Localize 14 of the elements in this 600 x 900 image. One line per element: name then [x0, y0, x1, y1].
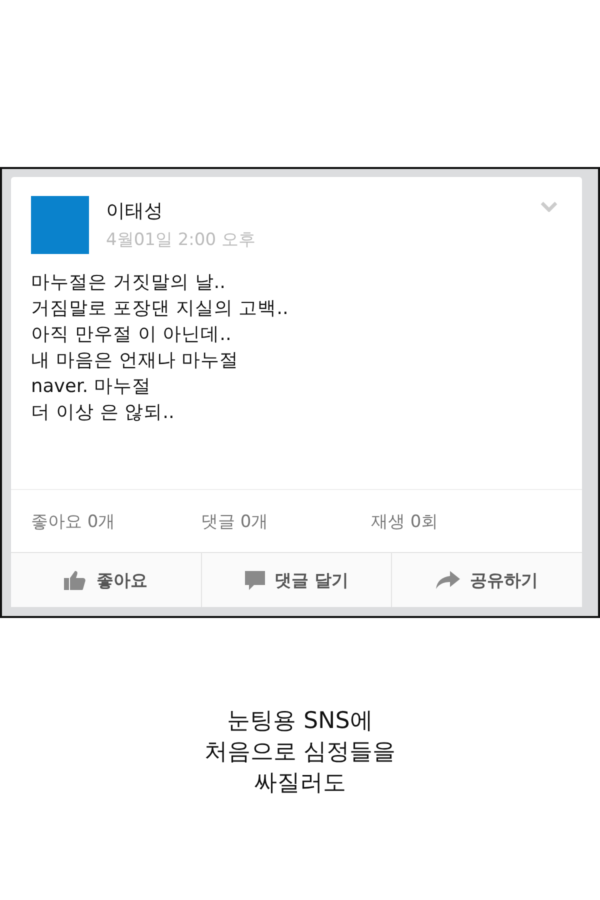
share-arrow-icon: [436, 571, 460, 589]
caption-line: 눈팅용 SNS에: [226, 707, 374, 736]
stat-count: 좋아요 0개: [31, 510, 116, 532]
speech-bubble-icon: [244, 570, 265, 590]
stat-count: 댓글 0개: [201, 510, 270, 532]
author-name: 이태성: [106, 199, 164, 224]
caption-line: 싸질러도: [253, 769, 347, 798]
stat-count: 재생 0회: [371, 510, 440, 532]
post-text: 마누절은 거짓말의 날.. 거짐말로 포장댄 지실의 고백.. 아직 만우절 이 아닌데.. 내 마음은 언재나 마누절 naver. 마누절 더 이상 은 않되..: [30, 271, 290, 425]
avatar: [31, 196, 89, 254]
caption-line: 처음으로 심정들을: [203, 738, 397, 767]
chevron-down-icon[interactable]: [540, 201, 558, 212]
post-time: 4월01일 2:00 오후: [106, 229, 256, 251]
thumbs-up-icon: [64, 570, 86, 590]
